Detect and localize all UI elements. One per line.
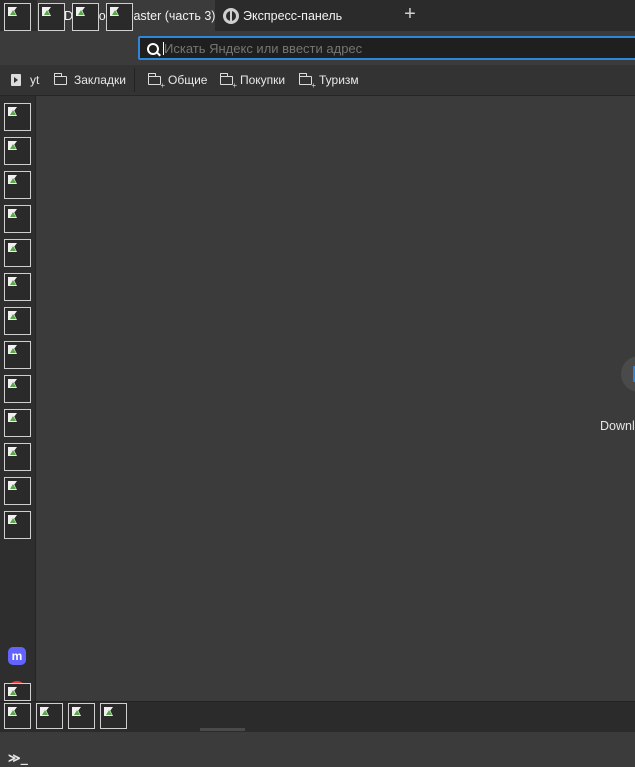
panel-button-broken-icon[interactable] bbox=[4, 137, 31, 165]
bookmark-folder-obshchie[interactable]: Общие bbox=[147, 65, 208, 95]
home-button-broken-icon[interactable] bbox=[106, 3, 133, 31]
speed-dial-tile-icon[interactable] bbox=[621, 356, 635, 392]
bookmarks-divider bbox=[134, 68, 135, 92]
panel-button-broken-icon[interactable] bbox=[4, 341, 31, 369]
folder-icon bbox=[298, 72, 316, 90]
speed-dial-tile-label[interactable]: Downl bbox=[600, 419, 635, 433]
tab-speed-dial[interactable]: Экспресс-панель bbox=[216, 0, 394, 31]
folder-icon bbox=[219, 72, 237, 90]
panel-button-broken-icon[interactable] bbox=[4, 477, 31, 505]
folder-icon bbox=[53, 72, 67, 85]
bookmark-label: Общие bbox=[168, 73, 208, 87]
panel-button-broken-icon[interactable] bbox=[4, 239, 31, 267]
bookmark-label: Закладки bbox=[74, 73, 126, 87]
globe-icon bbox=[223, 7, 239, 24]
panel-button-broken-icon[interactable] bbox=[4, 103, 31, 131]
bookmark-label: yt bbox=[30, 73, 40, 87]
search-icon bbox=[147, 43, 159, 55]
address-search-bar[interactable] bbox=[138, 36, 635, 60]
panel-button-broken-icon[interactable] bbox=[4, 273, 31, 301]
panel-button-broken-icon[interactable] bbox=[4, 375, 31, 403]
back-button-broken-icon[interactable] bbox=[4, 3, 31, 31]
status-button-broken-icon[interactable] bbox=[68, 703, 95, 729]
new-tab-button[interactable]: + bbox=[398, 3, 422, 27]
bookmark-yt[interactable]: yt bbox=[11, 65, 39, 95]
folder-icon bbox=[147, 72, 165, 90]
bookmark-label: Туризм bbox=[319, 73, 359, 87]
panel-button-broken-icon[interactable] bbox=[4, 205, 31, 233]
bookmark-label: Покупки bbox=[240, 73, 286, 87]
forward-button-broken-icon[interactable] bbox=[38, 3, 65, 31]
terminal-icon[interactable]: ≫_ bbox=[8, 749, 28, 767]
panel-button-broken-icon[interactable] bbox=[4, 443, 31, 471]
panel-button-broken-icon[interactable] bbox=[4, 683, 31, 701]
status-button-broken-icon[interactable] bbox=[36, 703, 63, 729]
bookmark-folder-turizm[interactable]: Туризм bbox=[298, 65, 359, 95]
bookmark-folder-zakladki[interactable]: Закладки bbox=[53, 65, 126, 95]
speed-dial-content: Downl bbox=[36, 96, 635, 701]
panel-button-broken-icon[interactable] bbox=[4, 409, 31, 437]
bookmark-favicon-icon bbox=[11, 74, 21, 86]
address-input[interactable] bbox=[164, 38, 624, 58]
status-bar bbox=[0, 701, 635, 732]
mastodon-icon[interactable]: m bbox=[8, 647, 26, 665]
panel-button-broken-icon[interactable] bbox=[4, 511, 31, 539]
reload-button-broken-icon[interactable] bbox=[72, 3, 99, 31]
status-button-broken-icon[interactable] bbox=[100, 703, 127, 729]
bookmarks-bar: yt Закладки Общие Покупки Туризм bbox=[0, 65, 635, 96]
tab-title: Экспресс-панель bbox=[243, 8, 343, 23]
bookmark-folder-pokupki[interactable]: Покупки bbox=[219, 65, 286, 95]
side-panel: m V W ≫_ bbox=[0, 96, 36, 765]
panel-button-broken-icon[interactable] bbox=[4, 171, 31, 199]
panel-button-broken-icon[interactable] bbox=[4, 307, 31, 335]
status-button-broken-icon[interactable] bbox=[4, 703, 31, 729]
